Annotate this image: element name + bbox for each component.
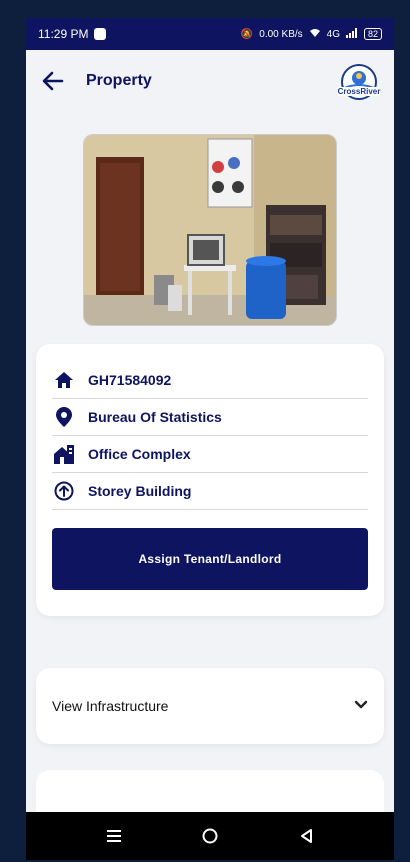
app-bar: Property CrossRiver — [26, 50, 394, 112]
logo-text: CrossRiver — [338, 87, 381, 96]
status-right: 🔕 0.00 KB/s 4G 82 — [240, 27, 382, 41]
assign-tenant-landlord-button[interactable]: Assign Tenant/Landlord — [52, 528, 368, 590]
property-details-card: GH71584092 Bureau Of Statistics Office C… — [36, 344, 384, 616]
notification-icon — [94, 28, 107, 40]
property-photo — [83, 134, 337, 326]
status-time: 11:29 PM — [38, 27, 89, 41]
location-pin-icon — [52, 405, 76, 429]
property-structure-row: Storey Building — [52, 473, 368, 510]
status-left: 11:29 PM — [38, 27, 107, 41]
home-button-icon[interactable] — [194, 820, 226, 852]
status-bar: 11:29 PM 🔕 0.00 KB/s 4G 82 — [26, 18, 394, 50]
view-infrastructure-accordion[interactable]: View Infrastructure — [36, 668, 384, 744]
arrow-up-circle-icon — [52, 479, 76, 503]
network-speed: 0.00 KB/s — [259, 28, 303, 40]
chevron-down-icon — [354, 697, 368, 715]
network-type: 4G — [326, 28, 340, 40]
bell-mute-icon: 🔕 — [240, 28, 254, 40]
property-type: Office Complex — [88, 446, 191, 462]
crossriver-logo: CrossRiver — [334, 62, 384, 106]
home-icon — [52, 368, 76, 392]
battery-icon: 82 — [363, 28, 382, 40]
back-triangle-icon[interactable] — [290, 820, 322, 852]
property-id-row: GH71584092 — [52, 362, 368, 399]
page-title: Property — [86, 72, 152, 89]
photo-container — [26, 134, 394, 326]
system-nav-bar — [26, 812, 394, 860]
property-id: GH71584092 — [88, 372, 172, 388]
wifi-icon — [309, 28, 321, 41]
buildings-icon — [52, 442, 76, 466]
property-structure: Storey Building — [88, 483, 192, 499]
view-infrastructure-label: View Infrastructure — [52, 698, 169, 714]
property-type-row: Office Complex — [52, 436, 368, 473]
property-location: Bureau Of Statistics — [88, 409, 222, 425]
phone-screen: 11:29 PM 🔕 0.00 KB/s 4G 82 Property Cros… — [26, 18, 394, 860]
recents-icon[interactable] — [98, 820, 130, 852]
arrow-left-icon[interactable] — [40, 68, 66, 94]
signal-icon — [345, 27, 358, 41]
property-location-row: Bureau Of Statistics — [52, 399, 368, 436]
